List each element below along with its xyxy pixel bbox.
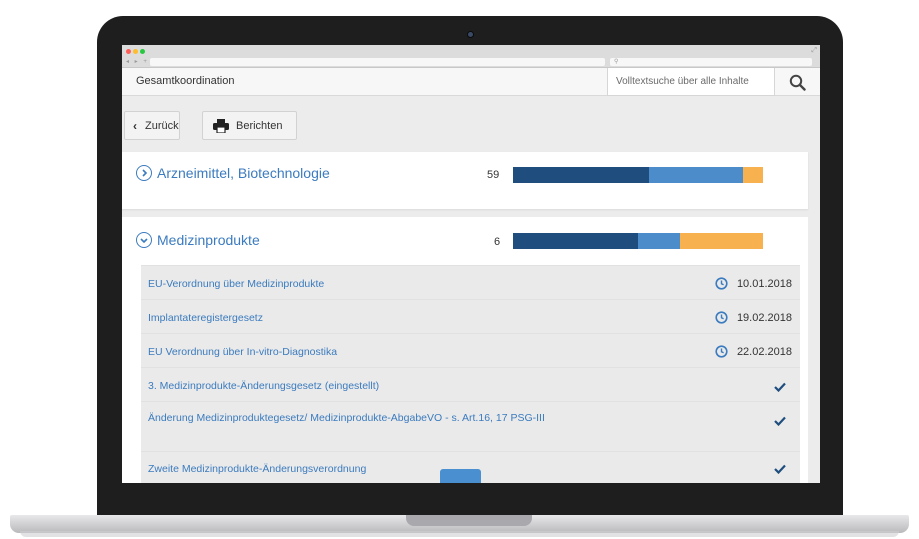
status-bar-segment-open	[680, 233, 763, 249]
screen: ◂ ▸ + ⚲ ⤢ Gesamtkoordination ‹ Zurück	[122, 45, 820, 483]
item-title[interactable]: Änderung Medizinproduktegesetz/ Medizinp…	[148, 410, 598, 427]
close-window-icon[interactable]	[126, 49, 131, 54]
category-name: Medizinprodukte	[157, 232, 260, 248]
check-icon	[774, 379, 786, 397]
back-button-label: Zurück	[145, 119, 179, 132]
report-button-label: Berichten	[236, 119, 283, 132]
browser-url-bar[interactable]	[150, 58, 605, 66]
status-bar-segment-progress	[649, 167, 743, 183]
browser-chrome: ◂ ▸ + ⚲ ⤢	[122, 45, 820, 68]
item-title[interactable]: Implantateregistergesetz	[148, 310, 598, 327]
list-item[interactable]: EU-Verordnung über Medizinprodukte 10.01…	[141, 265, 800, 299]
status-bar-segment-open	[743, 167, 763, 183]
status-bar-segment-done	[513, 167, 649, 183]
back-button[interactable]: ‹ Zurück	[124, 111, 180, 140]
category-panel-medizinprodukte: Medizinprodukte 6 EU-Verordnung über Med…	[122, 217, 808, 483]
page-title: Gesamtkoordination	[136, 75, 235, 87]
webcam	[467, 31, 474, 38]
category-header[interactable]: Medizinprodukte	[136, 232, 260, 248]
chevron-down-icon	[136, 232, 152, 248]
report-button[interactable]: Berichten	[202, 111, 297, 140]
status-bar	[513, 167, 763, 183]
item-title[interactable]: Zweite Medizinprodukte-Änderungsverordnu…	[148, 461, 598, 478]
resize-icon[interactable]: ⤢	[811, 47, 817, 55]
item-date-text: 19.02.2018	[736, 311, 792, 324]
item-date-text: 22.02.2018	[736, 345, 792, 358]
list-item[interactable]: 3. Medizinprodukte-Änderungsgesetz (eing…	[141, 367, 800, 401]
printer-icon	[213, 118, 229, 133]
item-date-text: 10.01.2018	[736, 277, 792, 290]
category-header[interactable]: Arzneimittel, Biotechnologie	[136, 165, 330, 181]
laptop-notch	[406, 515, 532, 526]
status-bar-segment-progress	[638, 233, 680, 249]
category-count: 59	[487, 169, 500, 181]
maximize-window-icon[interactable]	[140, 49, 145, 54]
item-title[interactable]: 3. Medizinprodukte-Änderungsgesetz (eing…	[148, 378, 598, 395]
browser-nav-icons[interactable]: ◂ ▸ +	[126, 58, 149, 65]
search-input[interactable]	[607, 68, 775, 96]
browser-search-bar[interactable]: ⚲	[610, 58, 812, 66]
item-title[interactable]: EU Verordnung über In-vitro-Diagnostika	[148, 344, 598, 361]
app-header: Gesamtkoordination	[122, 68, 820, 96]
category-name: Arzneimittel, Biotechnologie	[157, 165, 330, 181]
search-button[interactable]	[775, 68, 820, 96]
search-icon	[789, 74, 806, 91]
status-bar-segment-done	[513, 233, 638, 249]
floating-action-button[interactable]	[440, 469, 481, 483]
category-count: 6	[494, 236, 501, 248]
list-item[interactable]: Implantateregistergesetz 19.02.2018	[141, 299, 800, 333]
item-date: 19.02.2018	[715, 311, 792, 324]
chevron-left-icon: ‹	[133, 118, 137, 133]
clock-icon	[715, 345, 728, 358]
item-title[interactable]: EU-Verordnung über Medizinprodukte	[148, 276, 598, 293]
minimize-window-icon[interactable]	[133, 49, 138, 54]
list-item[interactable]: Änderung Medizinproduktegesetz/ Medizinp…	[141, 401, 800, 451]
status-bar	[513, 233, 763, 249]
laptop-base-shadow	[20, 531, 899, 537]
clock-icon	[715, 277, 728, 290]
category-panel-arzneimittel: Arzneimittel, Biotechnologie 59	[122, 152, 808, 209]
laptop-mockup: ◂ ▸ + ⚲ ⤢ Gesamtkoordination ‹ Zurück	[0, 0, 919, 539]
check-icon	[774, 413, 786, 431]
item-date: 10.01.2018	[715, 277, 792, 290]
item-date: 22.02.2018	[715, 345, 792, 358]
list-item[interactable]: EU Verordnung über In-vitro-Diagnostika …	[141, 333, 800, 367]
check-icon	[774, 461, 786, 479]
chevron-right-icon	[136, 165, 152, 181]
clock-icon	[715, 311, 728, 324]
